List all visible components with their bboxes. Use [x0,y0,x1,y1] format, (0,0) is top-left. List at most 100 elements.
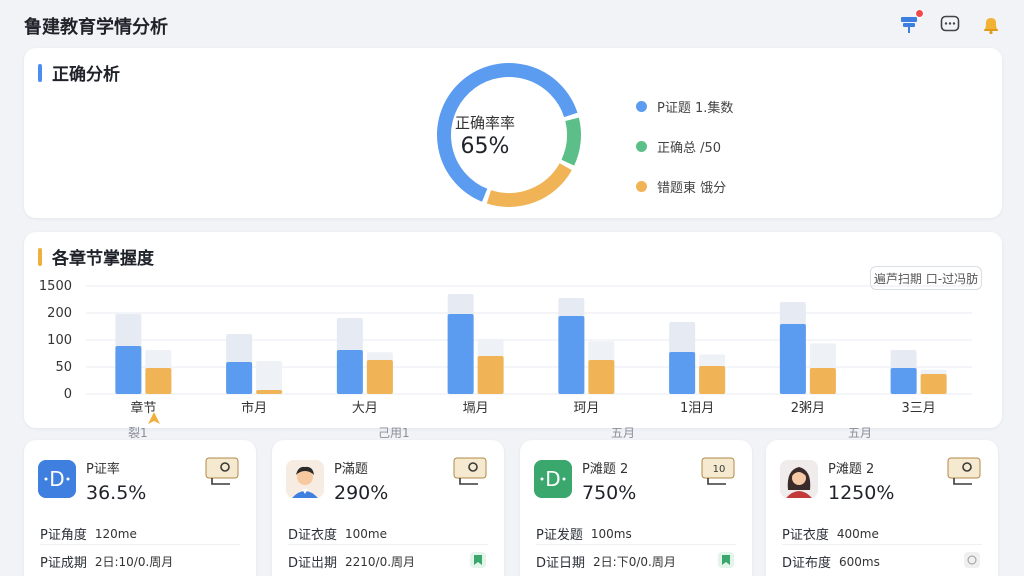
stat-name: P证率 [86,462,120,477]
stat-row-1: P证角度 120me [40,524,137,544]
stat-row-1: P证发题 100ms [536,524,632,544]
bar-series-1[interactable] [699,366,726,394]
stat-value: 1250% [828,482,895,504]
svg-text:D: D [545,467,560,491]
svg-text:10: 10 [713,464,726,475]
stat-value: 36.5% [86,482,147,504]
x-sub-label: 裂1 [128,426,148,440]
bar-series-0[interactable] [447,314,474,394]
row-label: D证布度 [782,556,832,571]
donut-segment-green [561,117,581,166]
bar-series-1[interactable] [920,374,947,394]
app-root: 鲁建教育学情分析 正确分析 正确率率 65% P证题 1.集数 正确总 /50 … [0,0,1024,576]
bookmark-icon[interactable] [470,552,486,568]
bar-series-0[interactable] [890,368,917,394]
x-sub-label: 五月 [848,426,873,440]
divider [40,544,240,545]
bell-icon[interactable] [979,12,1003,36]
x-tick-label: 2粥月 [791,400,825,416]
row-value: 600ms [839,554,880,569]
bar-background [256,361,283,394]
chapter-bar-chart: 0 50 100 200 1500 章节 市月 大月 塥月 珂月 1泪月 2粥月 3三月 [39,279,972,424]
legend-label: 正确总 /50 [657,140,722,156]
y-tick-label: 1500 [39,279,72,294]
row-label: P证发题 [536,528,583,543]
stat-row-2: D证岀期 2210/0.周月 [288,552,415,571]
y-tick-label: 50 [55,360,72,375]
legend-item-blue: P证题 1.集数 [636,86,733,126]
stat-row-2: D证日期 2日:下0/0.周月 [536,552,676,571]
x-tick-label: 市月 [241,400,267,416]
accuracy-card: 正确分析 正确率率 65% P证题 1.集数 正确总 /50 错题東 饿分 [24,48,1002,218]
row-label: D证衣度 [288,528,338,543]
x-tick-label: 珂月 [573,401,599,416]
legend-dot-orange [636,180,647,192]
bar-series-1[interactable] [477,356,504,394]
header: 鲁建教育学情分析 [0,0,1024,48]
legend-item-orange: 错题東 饿分 [636,166,733,206]
legend-label: P证题 1.集数 [657,100,734,116]
x-sub-label: 己用1 [378,426,410,440]
bar-series-1[interactable] [256,390,283,394]
bar-series-1[interactable] [809,368,836,394]
donut-center-value: 65% [460,134,510,159]
stat-card-4[interactable]: P滩题 2 1250% P证衣度 400me D证布度 600ms [766,440,998,576]
row-value: 100me [345,526,387,541]
monitor-icon[interactable] [204,456,240,488]
letter-d-icon: D [38,460,76,498]
stat-row-1: D证衣度 100me [288,524,387,544]
y-tick-label: 0 [64,387,72,402]
bar-series-0[interactable] [115,346,142,394]
svg-text:D: D [49,467,64,491]
monitor-icon[interactable]: 10 [700,456,736,488]
x-tick-label: 大月 [352,401,378,416]
divider [288,544,488,545]
x-tick-label: 1泪月 [680,401,714,416]
bar-series-1[interactable] [145,368,172,394]
boy-avatar [286,460,324,498]
row-label: P证成期 [40,556,87,571]
stat-value: 290% [334,482,389,504]
notification-badge [915,9,924,18]
stat-card-1[interactable]: D P证率 36.5% P证角度 120me P证成期 2日:10/0.周月 [24,440,256,576]
row-label: P证角度 [40,528,87,543]
monitor-icon[interactable] [452,456,488,488]
x-tick-label: 章节 [130,400,156,416]
legend-item-green: 正确总 /50 [636,126,733,166]
row-value: 120me [94,526,137,541]
bar-series-0[interactable] [558,316,585,394]
y-tick-label: 100 [47,333,72,348]
stat-row-2: P证成期 2日:10/0.周月 [40,552,173,571]
stat-row-1: P证衣度 400me [782,524,879,544]
divider [782,544,982,545]
legend-dot-blue [636,100,647,112]
bar-series-0[interactable] [779,324,806,394]
bar-series-0[interactable] [336,350,363,394]
row-value: 2日:下0/0.周月 [593,555,676,569]
monitor-icon[interactable] [946,456,982,488]
toggle-icon[interactable] [964,552,980,568]
flag-notification-icon[interactable] [897,9,924,36]
accuracy-title-text: 正确分析 [52,65,120,85]
letter-d-icon: D [534,460,572,498]
bar-series-0[interactable] [669,352,696,394]
row-value: 100ms [590,526,632,541]
bar-series-0[interactable] [226,362,253,394]
row-label: D证岀期 [288,556,338,571]
stat-card-2[interactable]: P滿题 290% D证衣度 100me D证岀期 2210/0.周月 [272,440,504,576]
stat-card-3[interactable]: D P滩题 2 750% 10 P证发题 100ms D证日期 2日:下0/0.周月 [520,440,752,576]
accuracy-legend: P证题 1.集数 正确总 /50 错题東 饿分 [636,86,733,206]
accuracy-section-title: 正确分析 [38,60,120,85]
legend-dot-green [636,140,647,152]
x-sub-label: 五月 [611,426,636,440]
bar-series-1[interactable] [366,360,393,394]
bar-series-1[interactable] [588,360,615,394]
app-title: 鲁建教育学情分析 [24,17,168,38]
x-tick-label: 塥月 [463,401,489,416]
bookmark-icon[interactable] [718,552,734,568]
chat-icon[interactable] [938,12,962,36]
girl-avatar [780,460,818,498]
divider [536,544,736,545]
stat-name: P滩题 2 [582,462,629,477]
row-value: 400me [836,526,879,541]
